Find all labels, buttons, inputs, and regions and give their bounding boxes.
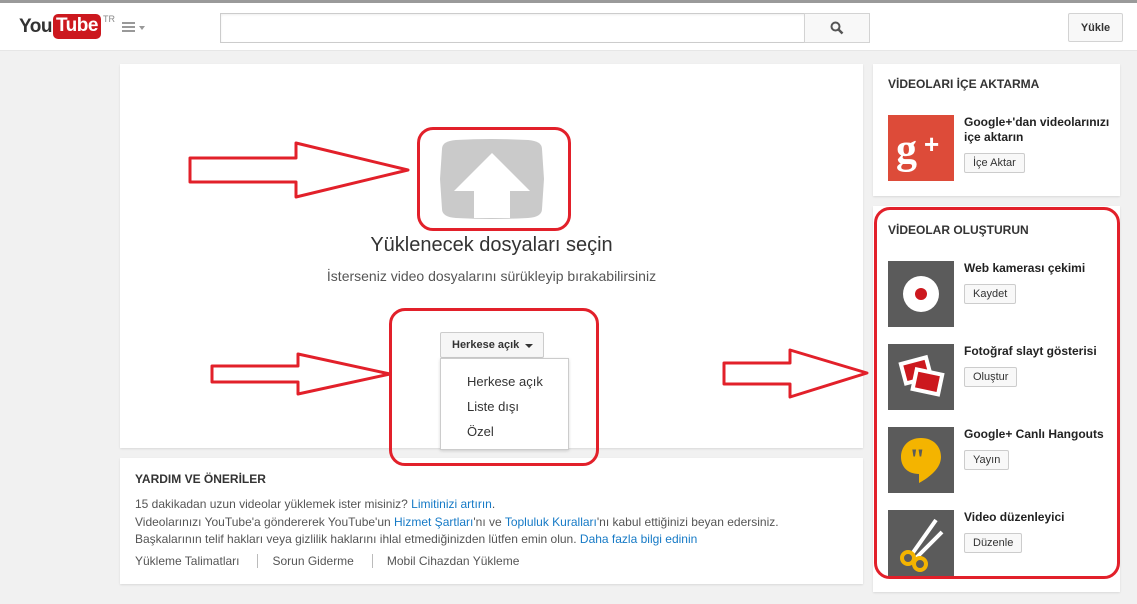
- record-button[interactable]: Kaydet: [964, 284, 1017, 304]
- help-links: Yükleme Talimatları Sorun Giderme Mobil …: [135, 554, 519, 568]
- webcam-record-icon[interactable]: [888, 261, 954, 327]
- upload-button[interactable]: Yükle: [1068, 13, 1123, 42]
- create-item-label: Fotoğraf slayt gösterisi: [964, 344, 1097, 358]
- chevron-down-icon: [525, 344, 533, 348]
- help-title: YARDIM VE ÖNERİLER: [135, 472, 266, 486]
- create-slideshow-button[interactable]: Oluştur: [964, 367, 1018, 387]
- help-text: 15 dakikadan uzun videolar yüklemek iste…: [135, 496, 779, 549]
- help-line-1-end: .: [491, 497, 496, 511]
- search-icon: [830, 21, 844, 35]
- import-item-label: Google+'dan videolarınızı içe aktarın: [964, 115, 1110, 144]
- create-item-label: Video düzenleyici: [964, 510, 1065, 524]
- help-line-1-text: 15 dakikadan uzun videolar yüklemek iste…: [135, 497, 412, 511]
- help-line-1: 15 dakikadan uzun videolar yüklemek iste…: [135, 496, 779, 514]
- create-item-label: Google+ Canlı Hangouts: [964, 427, 1104, 441]
- help-line-3-text: Başkalarının telif hakları veya gizlilik…: [135, 532, 580, 546]
- masthead: You Tube TR Yükle: [0, 3, 1137, 51]
- upload-subtitle: İsterseniz video dosyalarını sürükleyip …: [326, 268, 657, 284]
- help-line-2-text: Videolarınızı YouTube'a göndererek YouTu…: [135, 514, 395, 529]
- help-line-2-end: 'nı kabul ettiğinizi beyan edersiniz.: [596, 514, 779, 529]
- community-guidelines-link[interactable]: Topluluk Kuralları: [505, 515, 597, 529]
- privacy-option-public[interactable]: Herkese açık: [441, 369, 568, 394]
- search-button[interactable]: [804, 13, 870, 43]
- scissors-icon[interactable]: [888, 510, 954, 576]
- mobile-upload-link[interactable]: Mobil Cihazdan Yükleme: [387, 554, 520, 568]
- chevron-down-icon: [139, 26, 145, 30]
- logo-you-text: You: [19, 16, 52, 37]
- learn-more-link[interactable]: Daha fazla bilgi edinin: [580, 532, 697, 546]
- edit-button[interactable]: Düzenle: [964, 533, 1023, 553]
- help-line-3: Başkalarının telif hakları veya gizlilik…: [135, 531, 779, 549]
- create-title: VİDEOLAR OLUŞTURUN: [888, 223, 1029, 237]
- privacy-option-private[interactable]: Özel: [441, 419, 568, 444]
- svg-text:": ": [909, 443, 926, 476]
- divider: [257, 554, 259, 568]
- photo-slideshow-icon[interactable]: [888, 344, 954, 410]
- google-plus-icon[interactable]: g +: [888, 115, 954, 181]
- hangouts-icon[interactable]: ": [888, 427, 954, 493]
- svg-text:+: +: [924, 129, 939, 159]
- increase-limit-link[interactable]: Limitinizi artırın: [411, 497, 492, 511]
- upload-arrow-icon[interactable]: [432, 139, 552, 222]
- guide-menu-button[interactable]: [122, 22, 148, 36]
- troubleshooting-link[interactable]: Sorun Giderme: [272, 554, 353, 568]
- upload-instructions-link[interactable]: Yükleme Talimatları: [135, 554, 239, 568]
- terms-of-service-link[interactable]: Hizmet Şartları: [394, 515, 473, 529]
- svg-text:g: g: [896, 127, 917, 173]
- help-line-2-mid: 'nı ve: [473, 514, 505, 529]
- youtube-logo[interactable]: You Tube TR: [19, 14, 115, 42]
- logo-tube-text: Tube: [52, 14, 101, 39]
- import-button[interactable]: İçe Aktar: [964, 153, 1025, 173]
- logo-region: TR: [102, 14, 115, 24]
- broadcast-button[interactable]: Yayın: [964, 450, 1010, 470]
- upload-title: Yüklenecek dosyaları seçin: [370, 234, 613, 256]
- privacy-dropdown[interactable]: Herkese açık: [440, 332, 544, 358]
- create-item-label: Web kamerası çekimi: [964, 261, 1086, 275]
- help-line-2: Videolarınızı YouTube'a göndererek YouTu…: [135, 514, 779, 532]
- hamburger-icon: [122, 22, 136, 34]
- import-title: VİDEOLARI İÇE AKTARMA: [888, 77, 1040, 91]
- privacy-selected-label: Herkese açık: [452, 339, 520, 351]
- privacy-option-unlisted[interactable]: Liste dışı: [441, 394, 568, 419]
- divider: [371, 554, 373, 568]
- privacy-menu: Herkese açık Liste dışı Özel: [440, 358, 569, 450]
- search-input[interactable]: [220, 13, 805, 43]
